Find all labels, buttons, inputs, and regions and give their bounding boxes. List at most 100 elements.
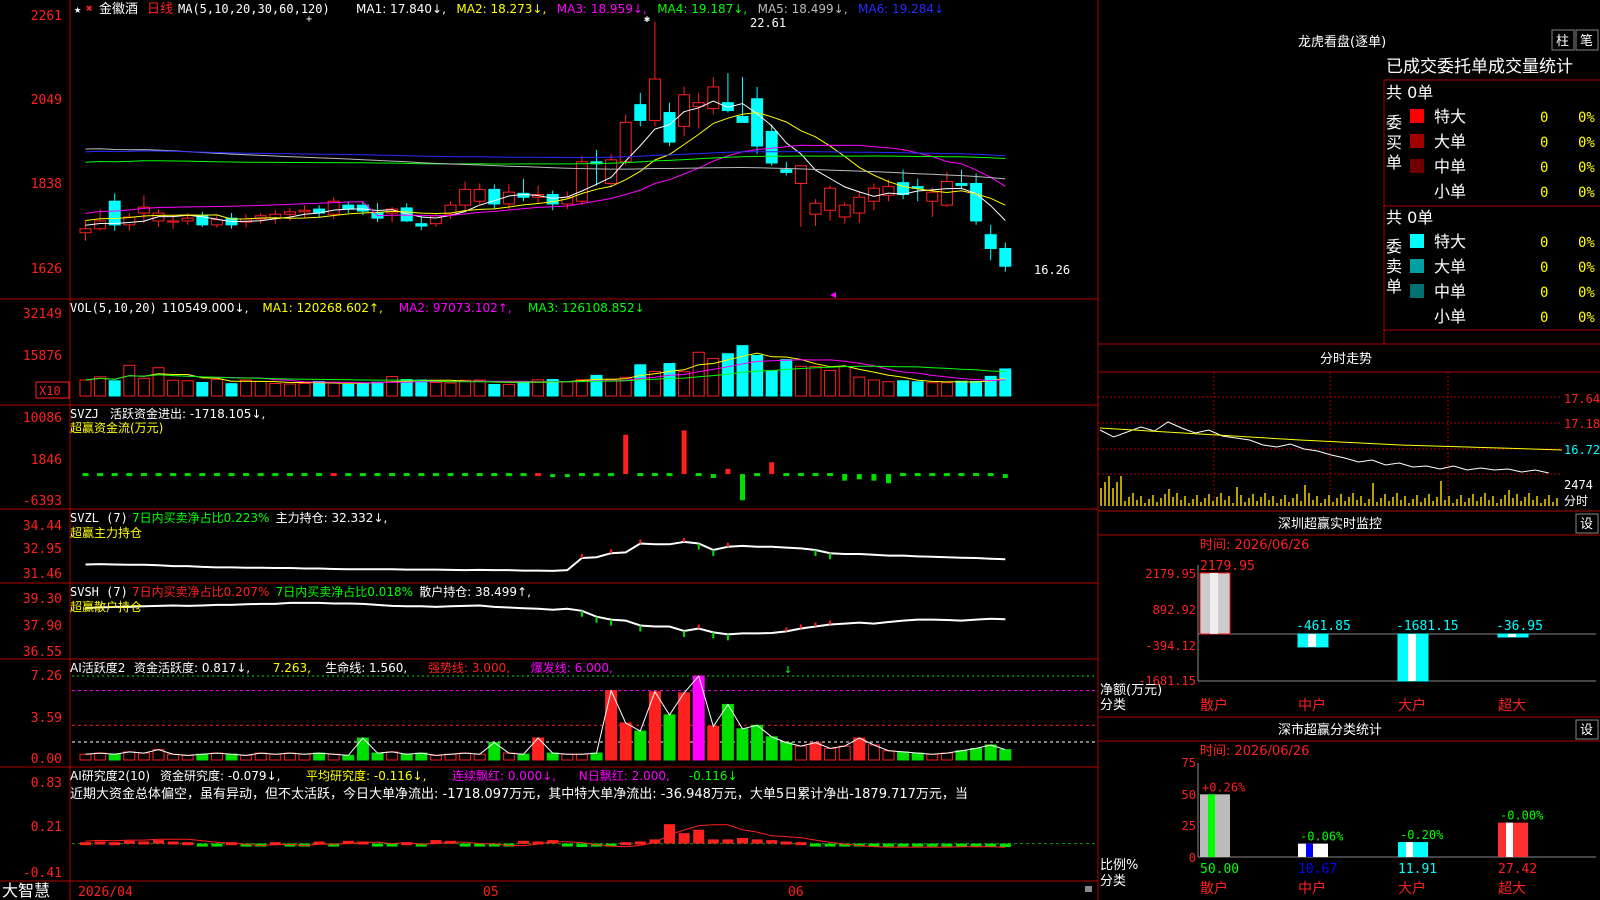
candle-body [765, 130, 778, 164]
intraday-volume-bar [1460, 495, 1462, 506]
svzj-bar [316, 473, 323, 477]
volume-bar [459, 379, 472, 397]
intraday-volume-bar [1156, 502, 1158, 506]
legend-item: -0.116↓ [689, 769, 738, 783]
dragon-row-pct: 0% [1578, 185, 1595, 201]
dragon-row-count: 0 [1540, 135, 1548, 151]
svzj-bar [593, 473, 600, 477]
ai1-bar [196, 753, 209, 761]
intraday-volume-bar [1152, 495, 1154, 506]
svzj-bar [520, 473, 527, 477]
intraday-volume-bar [1160, 498, 1162, 506]
legend-item: 连续飘红: 0.000↓, [452, 768, 556, 783]
vol-unit: X10 [39, 384, 61, 398]
intraday-volume-bar [1244, 502, 1246, 506]
intraday-volume-bar [1352, 493, 1354, 506]
ai2-bar [561, 843, 573, 847]
svzj-bar [286, 473, 293, 477]
volume-bar [678, 371, 691, 397]
monitor-y-label: 净额(万元) [1100, 683, 1162, 698]
star-icon[interactable]: ★ [74, 2, 81, 16]
intraday-volume-bar [1320, 503, 1322, 506]
classify-x-label: 分类 [1100, 874, 1126, 889]
ai1-bar [502, 752, 515, 761]
ai1-title[interactable]: AI活跃度2 [70, 660, 125, 675]
ai1-bar [386, 751, 399, 761]
intraday-volume-bar [1132, 493, 1134, 506]
svzj-bar [374, 473, 381, 477]
candle-body [181, 217, 194, 222]
legend-item: MA6: 19.284↓ [858, 2, 944, 16]
monitor-x-label: 分类 [1100, 698, 1126, 713]
ai2-bar [167, 841, 179, 845]
flag-icon[interactable]: ✖ [86, 2, 93, 15]
intraday-volume-bar [1516, 494, 1518, 506]
lock-icon[interactable] [1085, 886, 1092, 892]
intraday-volume-bar [1240, 495, 1242, 506]
legend-item: 主力持仓: 32.332↓, [276, 510, 388, 525]
dragon-row-name: 特大 [1434, 232, 1466, 251]
ai1-bar [926, 753, 939, 761]
ai1-tick: 7.26 [31, 669, 62, 684]
legend-item: 爆发线: 6.000, [531, 660, 613, 675]
ai2-title[interactable]: AI研究度2(10) [70, 768, 150, 783]
ai2-bar [196, 843, 208, 847]
candle-body [356, 204, 369, 212]
ai2-bar [94, 841, 106, 845]
intraday-volume-bar [1188, 503, 1190, 506]
tick-view-label: 笔 [1580, 33, 1593, 49]
candle-body [473, 188, 486, 202]
ai1-bar [546, 752, 559, 761]
svzj-bar [550, 474, 556, 478]
monitor-value: 2179.95 [1200, 559, 1255, 574]
classify-change: -0.20% [1400, 828, 1444, 842]
svzj-bar [1002, 474, 1008, 478]
candle-body [970, 182, 983, 222]
monitor-category: 大户 [1398, 697, 1426, 714]
stock-name[interactable]: 金徽酒 [99, 1, 138, 17]
svzj-bar [213, 473, 220, 477]
ai1-bar [736, 728, 749, 761]
svzj-bar [914, 473, 921, 477]
svzj-bar [608, 473, 615, 477]
intraday-volume-bar [1496, 503, 1498, 506]
svzj-bar [769, 462, 775, 475]
candle-body [838, 204, 851, 218]
volume-bar [882, 381, 895, 397]
dragon-row-count: 0 [1540, 110, 1548, 126]
dragon-panel-title: 龙虎看盘(逐单) [1298, 34, 1386, 50]
svzj-title[interactable]: SVZJ [70, 407, 99, 421]
svzj-bar [330, 473, 337, 477]
legend-item: 资金活跃度: 0.817↓, [134, 660, 250, 675]
intraday-volume-bar [1420, 502, 1422, 506]
svzj-bar [651, 473, 658, 477]
svzl-title[interactable]: SVZL (7) [70, 511, 128, 525]
ai2-tick: 0.83 [31, 776, 62, 791]
vol-title[interactable]: VOL(5,10,20) [70, 301, 157, 315]
svzj-bar [403, 473, 410, 477]
candle-body [210, 219, 223, 226]
volume-bar [313, 381, 326, 397]
intraday-volume-bar [1220, 493, 1222, 506]
candle-body [79, 228, 92, 234]
intraday-volume-bar [1324, 499, 1326, 506]
legend-item: 活跃资金进出: -1718.105↓, [110, 406, 265, 421]
period-label[interactable]: 日线 [147, 2, 173, 17]
legend-swatch [1410, 159, 1424, 173]
dragon-subtitle: 已成交委托单成交量统计 [1386, 57, 1573, 77]
ai2-bar [883, 843, 894, 847]
classify-category: 中户 [1298, 880, 1326, 897]
svzj-bar [856, 474, 862, 480]
ai2-comment: 近期大资金总体偏空，虽有异动，但不太活跃，今日大单净流出: -1718.097万… [70, 786, 968, 802]
monitor-bar-highlight [1210, 573, 1218, 634]
ai2-bar [459, 843, 471, 847]
dragon-row-pct: 0% [1578, 110, 1595, 126]
date-label: 2026/04 [78, 885, 133, 900]
svzl-tick: 31.46 [23, 567, 62, 582]
intraday-volume-bar [1140, 496, 1142, 506]
intraday-volume-bar [1488, 500, 1490, 506]
intraday-volume-bar [1216, 497, 1218, 506]
svzj-bar [725, 468, 731, 475]
legend-item: N日飘红: 2.000, [579, 768, 670, 783]
svsh-title[interactable]: SVSH (7) [70, 585, 128, 599]
